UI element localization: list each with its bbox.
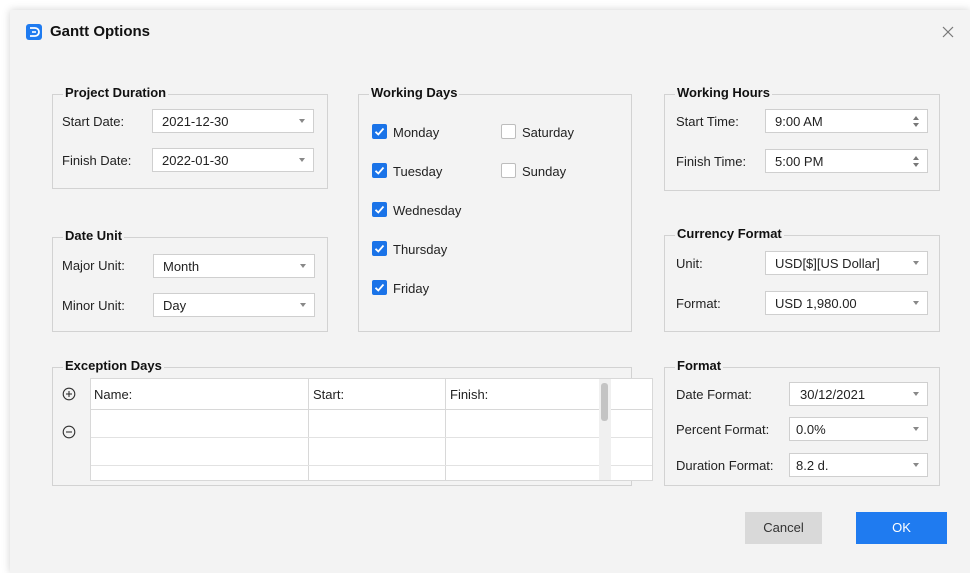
currency-format-select[interactable]: USD 1,980.00 <box>765 291 928 315</box>
start-time-value: 9:00 AM <box>775 114 823 129</box>
major-unit-label: Major Unit: <box>62 258 125 273</box>
currency-format-label: Format: <box>676 296 721 311</box>
start-time-spinner[interactable]: 9:00 AM <box>765 109 928 133</box>
date-format-label: Date Format: <box>676 387 752 402</box>
chevron-down-icon <box>913 427 919 431</box>
column-header-finish[interactable]: Finish: <box>450 387 488 402</box>
chevron-down-icon <box>299 158 305 162</box>
project-duration-title: Project Duration <box>63 85 169 100</box>
currency-format-value: USD 1,980.00 <box>775 296 857 311</box>
minor-unit-label: Minor Unit: <box>62 298 125 313</box>
minor-unit-value: Day <box>163 298 187 313</box>
duration-format-label: Duration Format: <box>676 458 774 473</box>
major-unit-select[interactable]: Month <box>153 254 315 278</box>
checkmark-icon <box>374 205 385 214</box>
checkmark-icon <box>374 127 385 136</box>
chevron-down-icon <box>913 392 919 396</box>
scrollbar-thumb[interactable] <box>601 383 608 421</box>
monday-label: Monday <box>393 125 440 140</box>
table-row <box>91 437 652 438</box>
working-days-title: Working Days <box>369 85 460 100</box>
chevron-down-icon <box>913 463 919 467</box>
percent-format-label: Percent Format: <box>676 422 770 437</box>
checkmark-icon <box>374 244 385 253</box>
saturday-label: Saturday <box>522 125 575 140</box>
wednesday-label: Wednesday <box>393 203 462 218</box>
finish-time-spinner[interactable]: 5:00 PM <box>765 149 928 173</box>
checkbox-sunday[interactable] <box>501 163 516 178</box>
spin-up-icon[interactable] <box>913 116 919 120</box>
thursday-label: Thursday <box>393 242 448 257</box>
currency-unit-label: Unit: <box>676 256 703 271</box>
chevron-down-icon <box>300 264 306 268</box>
remove-exception-button[interactable] <box>62 425 76 439</box>
date-format-select[interactable]: 30/12/2021 <box>789 382 928 406</box>
checkbox-thursday[interactable] <box>372 241 387 256</box>
close-button[interactable] <box>936 20 960 44</box>
checkbox-monday[interactable] <box>372 124 387 139</box>
minor-unit-select[interactable]: Day <box>153 293 315 317</box>
percent-format-select[interactable]: 0.0% <box>789 417 928 441</box>
table-row <box>91 465 652 466</box>
start-date-select[interactable]: 2021-12-30 <box>152 109 314 133</box>
title-bar: Gantt Options <box>10 10 970 56</box>
currency-format-group: Currency Format <box>664 226 940 332</box>
checkbox-saturday[interactable] <box>501 124 516 139</box>
sunday-label: Sunday <box>522 164 567 179</box>
dialog-title: Gantt Options <box>50 23 150 40</box>
finish-time-value: 5:00 PM <box>775 154 824 169</box>
table-header <box>91 379 652 410</box>
friday-label: Friday <box>393 281 430 296</box>
major-unit-value: Month <box>163 259 200 274</box>
close-icon <box>942 26 954 38</box>
spin-down-icon[interactable] <box>913 123 919 127</box>
finish-date-value: 2022-01-30 <box>162 153 229 168</box>
plus-circle-icon <box>62 387 76 401</box>
table-scrollbar[interactable] <box>599 379 611 480</box>
currency-format-title: Currency Format <box>675 226 784 241</box>
app-logo-icon <box>26 24 42 40</box>
minus-circle-icon <box>62 425 76 439</box>
start-date-value: 2021-12-30 <box>162 114 229 129</box>
checkbox-tuesday[interactable] <box>372 163 387 178</box>
checkmark-icon <box>374 166 385 175</box>
start-time-label: Start Time: <box>676 114 739 129</box>
checkmark-icon <box>374 283 385 292</box>
currency-unit-select[interactable]: USD[$][US Dollar] <box>765 251 928 275</box>
spin-up-icon[interactable] <box>913 156 919 160</box>
column-header-name[interactable]: Name: <box>94 387 132 402</box>
chevron-down-icon <box>299 119 305 123</box>
finish-date-select[interactable]: 2022-01-30 <box>152 148 314 172</box>
format-title: Format <box>675 358 724 373</box>
add-exception-button[interactable] <box>62 387 76 401</box>
cancel-button[interactable]: Cancel <box>745 512 822 544</box>
percent-format-value: 0.0% <box>796 422 826 437</box>
date-format-value: 30/12/2021 <box>800 387 866 402</box>
tuesday-label: Tuesday <box>393 164 443 179</box>
spin-down-icon[interactable] <box>913 163 919 167</box>
chevron-down-icon <box>913 261 919 265</box>
duration-format-value: 8.2 d. <box>796 458 829 473</box>
finish-time-label: Finish Time: <box>676 154 747 169</box>
exception-days-table: Name: Start: Finish: <box>90 378 653 481</box>
currency-unit-value: USD[$][US Dollar] <box>775 256 880 271</box>
chevron-down-icon <box>913 301 919 305</box>
date-unit-title: Date Unit <box>63 228 125 243</box>
finish-date-label: Finish Date: <box>62 153 132 168</box>
duration-format-select[interactable]: 8.2 d. <box>789 453 928 477</box>
exception-days-title: Exception Days <box>63 358 164 373</box>
date-unit-group: Date Unit <box>52 228 328 332</box>
ok-button[interactable]: OK <box>856 512 947 544</box>
start-date-label: Start Date: <box>62 114 125 129</box>
checkbox-friday[interactable] <box>372 280 387 295</box>
chevron-down-icon <box>300 303 306 307</box>
column-header-start[interactable]: Start: <box>313 387 344 402</box>
working-hours-title: Working Hours <box>675 85 772 100</box>
gantt-options-dialog: Gantt Options Project Duration Start Dat… <box>10 10 970 573</box>
checkbox-wednesday[interactable] <box>372 202 387 217</box>
